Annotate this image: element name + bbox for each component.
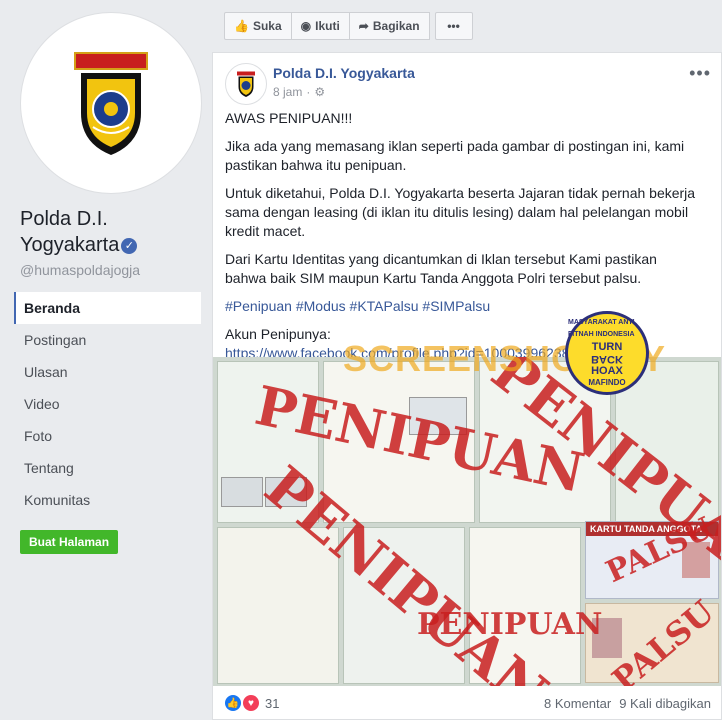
profile-picture[interactable] xyxy=(20,12,202,194)
post-paragraph: Dari Kartu Identitas yang dicantumkan di… xyxy=(225,251,657,286)
post-paragraph: Untuk diketahui, Polda D.I. Yogyakarta b… xyxy=(225,185,696,239)
comments-count[interactable]: 8 Komentar xyxy=(544,696,611,711)
turnbackhoax-badge: MASYARAKAT ANTI FITNAH INDONESIA TURN BA… xyxy=(565,311,649,395)
verified-icon: ✓ xyxy=(121,237,138,254)
post-header: Polda D.I. Yogyakarta 8 jam · ⚙ ••• xyxy=(225,63,711,105)
post-time[interactable]: 8 jam xyxy=(273,85,302,99)
page-title: Polda D.I. Yogyakarta ✓ xyxy=(20,206,200,258)
page-action-bar: 👍 Suka ◉ Ikuti ➦ Bagikan ••• xyxy=(224,12,473,40)
nav-item-beranda[interactable]: Beranda xyxy=(14,292,201,324)
post-image[interactable]: KARTU TANDA ANGGOTA PENIPUAN PENIPUAN PE… xyxy=(213,357,721,686)
share-arrow-icon: ➦ xyxy=(358,19,369,33)
nav-item-ulasan[interactable]: Ulasan xyxy=(14,356,201,388)
like-label: Suka xyxy=(252,19,282,33)
badge-back: BACK xyxy=(591,353,623,365)
badge-turn: TURN xyxy=(591,341,623,353)
nav-item-komunitas[interactable]: Komunitas xyxy=(14,484,201,516)
badge-hoax: HOAX xyxy=(591,365,623,377)
like-page-button[interactable]: 👍 Suka xyxy=(224,12,292,40)
badge-ring-text: MASYARAKAT ANTI FITNAH INDONESIA xyxy=(568,319,635,338)
post-meta: 8 jam · ⚙ xyxy=(273,85,326,99)
post-avatar[interactable] xyxy=(225,63,267,105)
penipuan-stamp-small: PENIPUAN xyxy=(417,607,603,642)
nav-item-postingan[interactable]: Postingan xyxy=(14,324,201,356)
page-nav: Beranda Postingan Ulasan Video Foto Tent… xyxy=(14,292,201,516)
reaction-count: 31 xyxy=(265,695,280,711)
post-options-icon[interactable]: ••• xyxy=(689,63,711,84)
post-card: Polda D.I. Yogyakarta 8 jam · ⚙ ••• AWAS… xyxy=(212,52,722,720)
nav-item-tentang[interactable]: Tentang xyxy=(14,452,201,484)
share-label: Bagikan xyxy=(372,19,420,33)
follow-label: Ikuti xyxy=(315,19,340,33)
like-reaction-icon: 👍 xyxy=(225,695,241,711)
shares-count[interactable]: 9 Kali dibagikan xyxy=(619,696,711,711)
badge-org: MAFINDO xyxy=(588,378,626,387)
post-author[interactable]: Polda D.I. Yogyakarta xyxy=(273,65,415,81)
share-button[interactable]: ➦ Bagikan xyxy=(348,12,430,40)
create-page-button[interactable]: Buat Halaman xyxy=(20,530,119,554)
thumbs-up-icon: 👍 xyxy=(234,19,249,33)
page-handle[interactable]: @humaspoldajogja xyxy=(20,262,140,278)
post-hashtags[interactable]: #Penipuan #Modus #KTAPalsu #SIMPalsu xyxy=(225,297,699,316)
more-icon: ••• xyxy=(447,19,460,33)
police-logo-small xyxy=(237,71,255,97)
gear-icon: ⚙ xyxy=(314,85,326,99)
left-column: Polda D.I. Yogyakarta ✓ @humaspoldajogja … xyxy=(0,0,212,720)
more-button[interactable]: ••• xyxy=(434,12,473,40)
nav-item-video[interactable]: Video xyxy=(14,388,201,420)
love-reaction-icon: ♥ xyxy=(243,695,259,711)
reactions-summary[interactable]: 👍 ♥ 31 xyxy=(225,695,279,711)
follow-button[interactable]: ◉ Ikuti xyxy=(290,12,350,40)
nav-item-foto[interactable]: Foto xyxy=(14,420,201,452)
post-paragraph: Jika ada yang memasang iklan seperti pad… xyxy=(225,138,685,173)
page-name-text: Polda D.I. Yogyakarta xyxy=(20,208,120,256)
rss-icon: ◉ xyxy=(300,19,312,33)
post-footer: 👍 ♥ 31 8 Komentar 9 Kali dibagikan xyxy=(225,693,711,713)
police-logo xyxy=(74,52,148,155)
post-paragraph: AWAS PENIPUAN!!! xyxy=(225,110,353,126)
